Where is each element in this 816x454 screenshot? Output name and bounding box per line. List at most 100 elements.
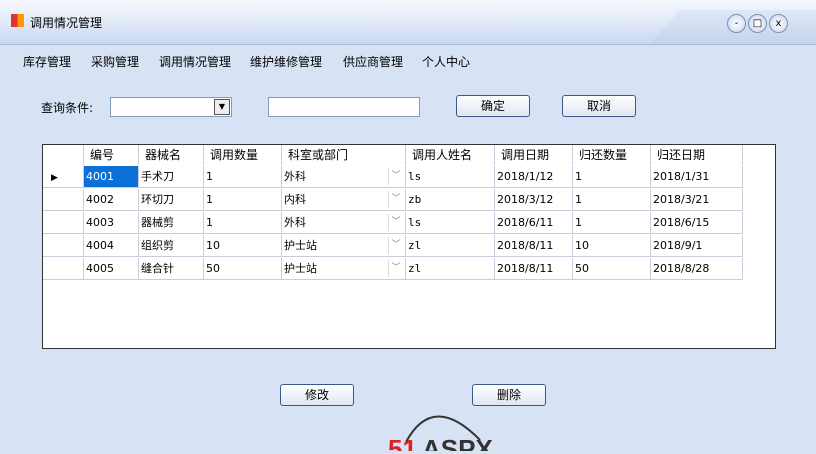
app-icon xyxy=(11,14,24,27)
usage-grid[interactable]: 编号 器械名 调用数量 科室或部门 调用人姓名 调用日期 归还数量 归还日期 ▶ 4001 手术刀 1… xyxy=(42,144,776,349)
table-cell[interactable]: 1 xyxy=(204,166,282,188)
table-cell[interactable]: 1 xyxy=(204,212,282,234)
cell-text: 50 xyxy=(575,262,589,275)
row-selector[interactable] xyxy=(43,258,84,280)
cell-text: 4001 xyxy=(86,170,114,183)
cell-text: 4004 xyxy=(86,239,114,252)
table-cell[interactable]: 50 xyxy=(573,258,651,280)
chevron-down-icon[interactable]: ﹀ xyxy=(388,191,403,208)
row-selector[interactable]: ▶ xyxy=(43,166,84,188)
table-cell[interactable]: 2018/8/11 xyxy=(495,235,573,257)
column-header[interactable]: 编号 xyxy=(84,145,139,165)
cell-text: 1 xyxy=(206,170,213,183)
menu-supplier[interactable]: 供应商管理 xyxy=(343,53,403,70)
table-cell[interactable]: 2018/3/21 xyxy=(651,189,743,211)
cell-text: zb xyxy=(408,193,422,206)
chevron-down-icon[interactable]: ﹀ xyxy=(388,237,403,254)
query-input[interactable] xyxy=(268,97,420,117)
table-cell[interactable]: 外科 ﹀ xyxy=(282,166,406,188)
column-header[interactable]: 科室或部门 xyxy=(282,145,406,165)
table-cell[interactable]: zl xyxy=(406,258,495,280)
cell-text: 2018/9/1 xyxy=(653,239,703,252)
chevron-down-icon[interactable]: ﹀ xyxy=(388,260,403,277)
table-cell[interactable]: 器械剪 xyxy=(139,212,204,234)
edit-button[interactable]: 修改 xyxy=(280,384,354,406)
cell-text: 护士站 xyxy=(284,239,317,252)
row-selector[interactable] xyxy=(43,235,84,257)
table-cell[interactable]: 2018/9/1 xyxy=(651,235,743,257)
table-cell[interactable]: 10 xyxy=(573,235,651,257)
confirm-button[interactable]: 确定 xyxy=(456,95,530,117)
table-cell[interactable]: zb xyxy=(406,189,495,211)
table-cell[interactable]: 4001 xyxy=(84,166,139,188)
column-header[interactable]: 器械名 xyxy=(139,145,204,165)
table-cell[interactable]: 2018/3/12 xyxy=(495,189,573,211)
cell-text: 组织剪 xyxy=(141,239,174,252)
cell-text: ls xyxy=(408,170,422,183)
table-cell[interactable]: 2018/6/15 xyxy=(651,212,743,234)
table-cell[interactable]: 2018/1/12 xyxy=(495,166,573,188)
menu-purchase[interactable]: 采购管理 xyxy=(91,53,139,70)
chevron-down-icon[interactable]: ﹀ xyxy=(388,168,403,185)
column-header[interactable]: 归还日期 xyxy=(651,145,743,165)
table-cell[interactable]: 2018/8/11 xyxy=(495,258,573,280)
cancel-button[interactable]: 取消 xyxy=(562,95,636,117)
table-cell[interactable]: 外科 ﹀ xyxy=(282,212,406,234)
table-cell[interactable]: zl xyxy=(406,235,495,257)
menu-inventory[interactable]: 库存管理 xyxy=(23,53,71,70)
chevron-down-icon[interactable]: ▼ xyxy=(214,99,230,115)
cell-text: 护士站 xyxy=(284,262,317,275)
table-cell[interactable]: 4003 xyxy=(84,212,139,234)
table-cell[interactable]: 4002 xyxy=(84,189,139,211)
table-cell[interactable]: 10 xyxy=(204,235,282,257)
cell-text: 1 xyxy=(575,170,582,183)
cell-text: 2018/1/12 xyxy=(497,170,554,183)
cell-text: 4005 xyxy=(86,262,114,275)
table-cell[interactable]: 内科 ﹀ xyxy=(282,189,406,211)
current-row-icon: ▶ xyxy=(51,173,58,183)
column-header[interactable]: 调用数量 xyxy=(204,145,282,165)
table-cell[interactable]: 组织剪 xyxy=(139,235,204,257)
table-cell[interactable]: 50 xyxy=(204,258,282,280)
menu-personal[interactable]: 个人中心 xyxy=(422,53,470,70)
maximize-button[interactable]: □ xyxy=(748,14,767,33)
table-cell[interactable]: 手术刀 xyxy=(139,166,204,188)
table-cell[interactable]: 缝合针 xyxy=(139,258,204,280)
table-cell[interactable]: 1 xyxy=(573,166,651,188)
row-selector[interactable] xyxy=(43,212,84,234)
cell-text: 2018/6/11 xyxy=(497,216,554,229)
row-header-corner xyxy=(43,145,84,165)
column-header[interactable]: 调用日期 xyxy=(495,145,573,165)
cell-text: 器械剪 xyxy=(141,216,174,229)
close-button[interactable]: x xyxy=(769,14,788,33)
cell-text: 2018/6/15 xyxy=(653,216,710,229)
table-cell[interactable]: ls xyxy=(406,212,495,234)
svg-text:ASPX: ASPX xyxy=(422,434,493,451)
table-cell[interactable]: 环切刀 xyxy=(139,189,204,211)
query-label: 查询条件: xyxy=(41,101,94,115)
minimize-button[interactable]: - xyxy=(727,14,746,33)
cell-text: 内科 xyxy=(284,193,306,206)
table-cell[interactable]: ls xyxy=(406,166,495,188)
table-cell[interactable]: 护士站 ﹀ xyxy=(282,258,406,280)
cell-text: 4003 xyxy=(86,216,114,229)
table-cell[interactable]: 2018/6/11 xyxy=(495,212,573,234)
table-cell[interactable]: 1 xyxy=(573,189,651,211)
table-cell[interactable]: 1 xyxy=(573,212,651,234)
cell-text: 4002 xyxy=(86,193,114,206)
menu-maintenance[interactable]: 维护维修管理 xyxy=(250,53,322,70)
table-cell[interactable]: 护士站 ﹀ xyxy=(282,235,406,257)
table-cell[interactable]: 4004 xyxy=(84,235,139,257)
query-field-select[interactable]: ▼ xyxy=(110,97,232,117)
chevron-down-icon[interactable]: ﹀ xyxy=(388,214,403,231)
table-cell[interactable]: 2018/1/31 xyxy=(651,166,743,188)
cell-text: 环切刀 xyxy=(141,193,174,206)
row-selector[interactable] xyxy=(43,189,84,211)
table-cell[interactable]: 1 xyxy=(204,189,282,211)
menu-usage[interactable]: 调用情况管理 xyxy=(159,53,231,70)
column-header[interactable]: 归还数量 xyxy=(573,145,651,165)
cell-text: 1 xyxy=(575,193,582,206)
table-cell[interactable]: 4005 xyxy=(84,258,139,280)
table-cell[interactable]: 2018/8/28 xyxy=(651,258,743,280)
column-header[interactable]: 调用人姓名 xyxy=(406,145,495,165)
